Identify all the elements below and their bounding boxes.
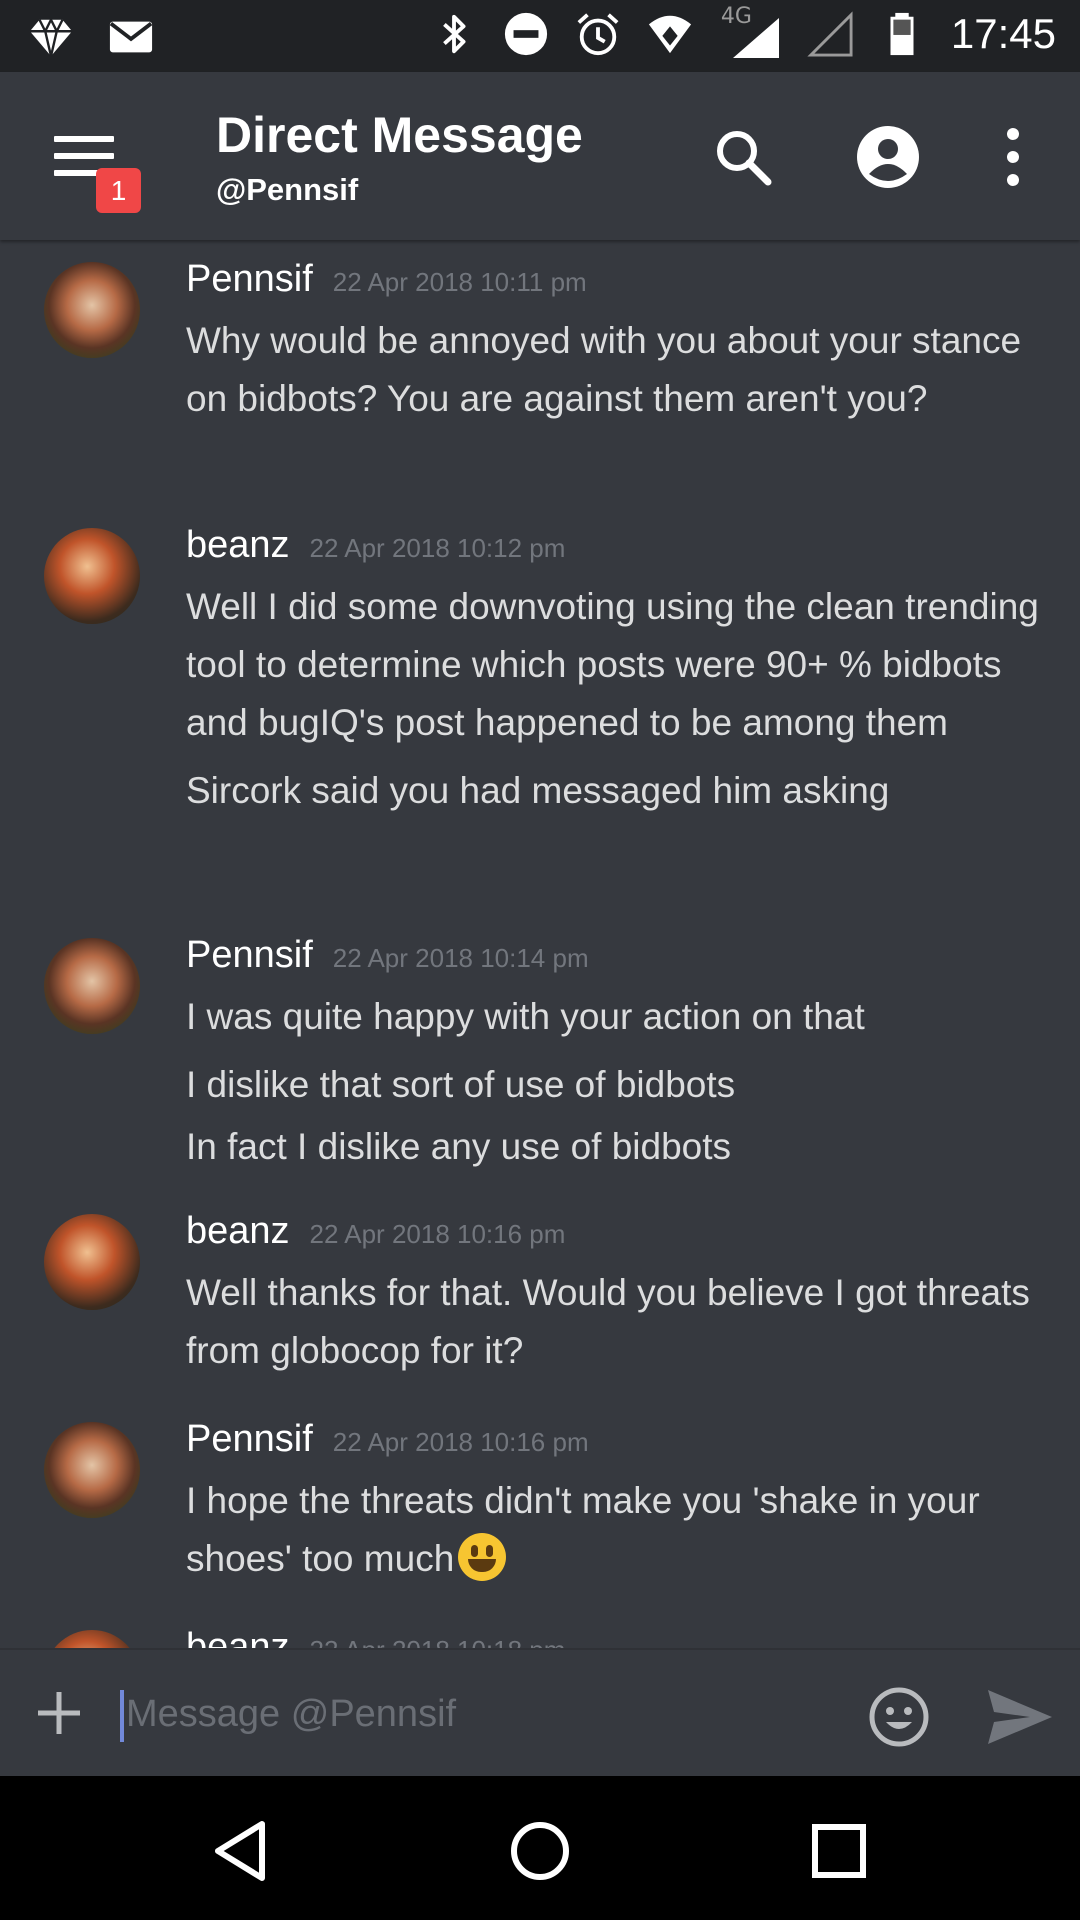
avatar[interactable] — [44, 1214, 140, 1310]
status-bar: 4G 17:45 — [0, 0, 1080, 72]
avatar[interactable] — [44, 528, 140, 624]
message-text[interactable]: I was quite happy with your action on th… — [186, 988, 1050, 1046]
username[interactable]: Pennsif — [186, 934, 313, 977]
timestamp: 22 Apr 2018 10:12 pm — [309, 533, 566, 563]
message-group: beanz 22 Apr 2018 10:16 pm Well thanks f… — [0, 1192, 1080, 1400]
app-header: 1 Direct Message @Pennsif — [0, 72, 1080, 240]
mail-icon — [109, 21, 153, 53]
message-group: beanz 22 Apr 2018 10:18 pm — [0, 1608, 1080, 1648]
emoji-icon[interactable] — [868, 1686, 930, 1748]
avatar[interactable] — [44, 1422, 140, 1518]
unread-badge: 1 — [96, 168, 141, 213]
timestamp: 22 Apr 2018 10:16 pm — [309, 1219, 566, 1249]
timestamp: 22 Apr 2018 10:16 pm — [332, 1427, 589, 1457]
message-text[interactable]: Sircork said you had messaged him asking — [186, 762, 1050, 820]
avatar[interactable] — [44, 262, 140, 358]
sketch-diamond-icon — [29, 17, 73, 57]
page-title: Direct Message — [216, 107, 583, 163]
alarm-icon — [577, 13, 619, 56]
message-input[interactable] — [124, 1680, 828, 1748]
message-group: Pennsif 22 Apr 2018 10:16 pm I hope the … — [0, 1400, 1080, 1608]
home-icon[interactable] — [507, 1818, 573, 1884]
page-subtitle: @Pennsif — [216, 172, 359, 207]
message-group: Pennsif 22 Apr 2018 10:14 pm I was quite… — [0, 916, 1080, 1192]
account-icon[interactable] — [855, 124, 921, 190]
plus-icon[interactable] — [34, 1688, 84, 1738]
username[interactable]: Pennsif — [186, 1418, 313, 1461]
message-list[interactable]: Pennsif 22 Apr 2018 10:11 pm Why would b… — [0, 240, 1080, 1648]
recents-icon[interactable] — [806, 1818, 872, 1884]
message-text-wrap[interactable]: I hope the threats didn't make you 'shak… — [186, 1472, 1050, 1588]
message-group: beanz 22 Apr 2018 10:12 pm Well I did so… — [0, 506, 1080, 916]
timestamp: 22 Apr 2018 10:18 pm — [310, 1635, 566, 1648]
message-group: Pennsif 22 Apr 2018 10:11 pm Why would b… — [0, 240, 1080, 506]
network-4g-icon: 4G — [719, 4, 781, 60]
message-text[interactable]: In fact I dislike any use of bidbots — [186, 1118, 1050, 1176]
back-icon[interactable] — [210, 1818, 276, 1884]
do-not-disturb-icon — [504, 12, 547, 56]
more-vert-icon[interactable] — [980, 124, 1046, 190]
avatar[interactable] — [44, 1630, 140, 1648]
username[interactable]: Pennsif — [186, 258, 313, 301]
message-text[interactable]: Well I did some downvoting using the cle… — [186, 578, 1050, 752]
message-text[interactable]: Well thanks for that. Would you believe … — [186, 1264, 1050, 1380]
message-text[interactable]: I dislike that sort of use of bidbots — [186, 1056, 1050, 1114]
search-icon[interactable] — [710, 124, 776, 190]
username[interactable]: beanz — [186, 1210, 290, 1253]
send-icon[interactable] — [986, 1688, 1054, 1746]
clock: 17:45 — [950, 10, 1056, 57]
battery-icon — [890, 12, 914, 56]
message-text[interactable]: I hope the threats didn't make you 'shak… — [186, 1480, 980, 1579]
composer-bar — [0, 1648, 1080, 1778]
avatar[interactable] — [44, 938, 140, 1034]
signal-empty-icon — [807, 11, 853, 57]
message-text[interactable]: Why would be annoyed with you about your… — [186, 312, 1050, 428]
timestamp: 22 Apr 2018 10:14 pm — [332, 943, 589, 973]
username[interactable]: beanz — [186, 524, 290, 567]
system-nav-bar — [0, 1776, 1080, 1920]
wifi-icon — [648, 15, 691, 54]
grinning-face-emoji — [458, 1533, 507, 1581]
username[interactable]: beanz — [186, 1626, 290, 1648]
bluetooth-icon — [443, 14, 466, 54]
timestamp: 22 Apr 2018 10:11 pm — [332, 267, 587, 297]
